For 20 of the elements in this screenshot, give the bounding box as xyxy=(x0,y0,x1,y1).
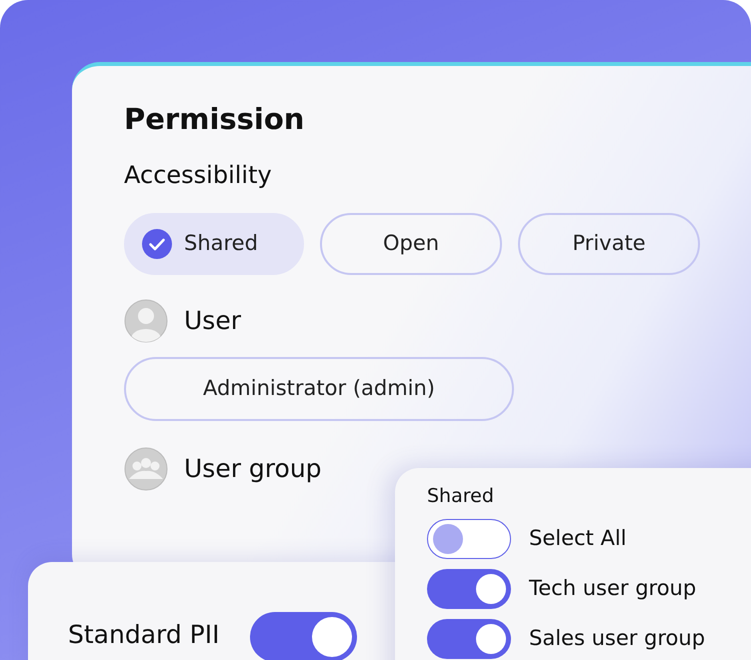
user-group-icon xyxy=(124,446,168,491)
user-chip[interactable]: Administrator (admin) xyxy=(124,356,514,421)
pii-label: Standard PII xyxy=(68,619,220,651)
toggle-switch[interactable] xyxy=(427,518,511,558)
user-avatar-icon xyxy=(124,298,168,343)
toggle-switch[interactable] xyxy=(427,568,511,608)
user-group-label: User group xyxy=(184,453,322,486)
toggle-switch[interactable] xyxy=(250,612,357,660)
check-icon xyxy=(142,228,172,259)
toggle-switch[interactable] xyxy=(427,618,511,658)
user-label: User xyxy=(184,305,241,338)
group-label: Tech user group xyxy=(529,574,696,602)
group-label: Select All xyxy=(529,524,626,552)
popover-title: Shared xyxy=(427,484,495,509)
accessibility-option[interactable]: Shared xyxy=(124,212,304,275)
section-label: Accessibility xyxy=(124,160,273,191)
group-label: Sales user group xyxy=(529,624,706,652)
panel-title: Permission xyxy=(124,102,306,137)
accessibility-option[interactable]: Private xyxy=(518,212,700,275)
accessibility-option[interactable]: Open xyxy=(320,212,502,275)
